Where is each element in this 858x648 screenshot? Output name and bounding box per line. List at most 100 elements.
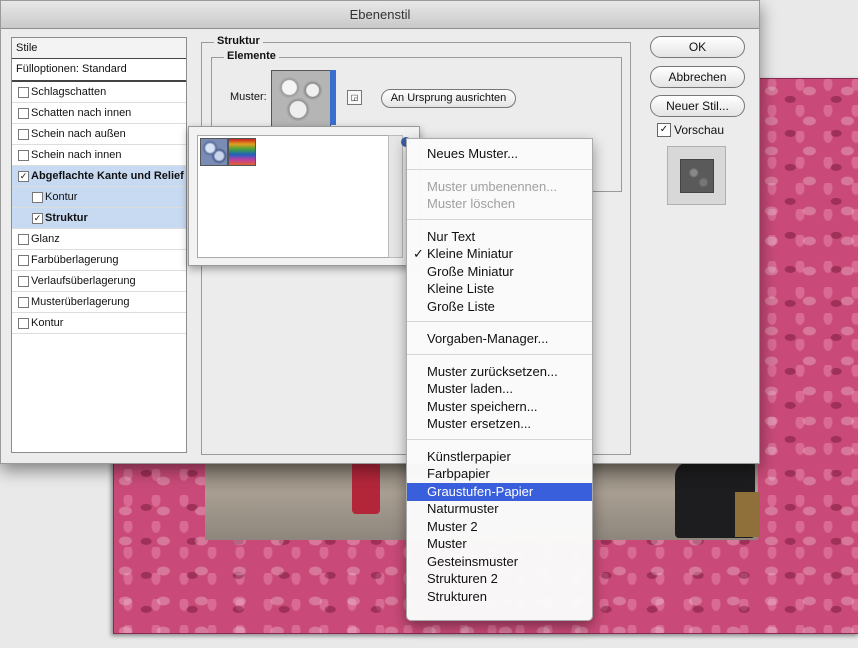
style-checkbox[interactable] — [32, 192, 43, 203]
pattern-picker-scrollbar[interactable] — [388, 135, 403, 258]
menu-item[interactable]: ✓ Kleine Miniatur — [407, 245, 592, 263]
style-item-label: Schlagschatten — [31, 86, 107, 98]
style-preview — [667, 146, 726, 205]
menu-separator — [407, 168, 592, 170]
style-item-10[interactable]: Musterüberlagerung — [12, 292, 186, 313]
menu-item[interactable]: Strukturen — [407, 588, 592, 606]
style-checkbox[interactable] — [18, 87, 29, 98]
menu-item[interactable]: Muster ersetzen... — [407, 415, 592, 433]
styles-list: Stile Fülloptionen: Standard Schlagschat… — [11, 37, 187, 453]
pattern-picker — [188, 126, 420, 266]
styles-header[interactable]: Stile — [12, 38, 186, 59]
style-item-label: Schein nach innen — [31, 149, 122, 161]
new-style-button[interactable]: Neuer Stil... — [650, 95, 745, 117]
style-checkbox[interactable] — [18, 255, 29, 266]
style-checkbox[interactable] — [18, 150, 29, 161]
menu-item-label: Farbpapier — [427, 466, 490, 481]
pattern-swatch[interactable] — [271, 70, 331, 127]
ok-button[interactable]: OK — [650, 36, 745, 58]
style-checkbox[interactable] — [18, 318, 29, 329]
menu-item-label: Muster ersetzen... — [427, 416, 532, 431]
menu-separator — [407, 353, 592, 355]
style-checkbox[interactable]: ✓ — [18, 171, 29, 182]
style-item-1[interactable]: Schatten nach innen — [12, 103, 186, 124]
pattern-thumb-bubbles[interactable] — [200, 138, 228, 166]
menu-item-label: Naturmuster — [427, 501, 499, 516]
menu-item[interactable]: Vorgaben-Manager... — [407, 330, 592, 348]
pattern-flyout-menu: Neues Muster... Muster umbenennen... Muste… — [406, 138, 593, 621]
menu-item[interactable]: Naturmuster — [407, 500, 592, 518]
dialog-title: Ebenenstil — [1, 1, 759, 29]
style-item-label: Musterüberlagerung — [31, 296, 130, 308]
style-item-label: Verlaufsüberlagerung — [31, 275, 136, 287]
style-item-label: Glanz — [31, 233, 60, 245]
menu-item[interactable]: Kleine Liste — [407, 280, 592, 298]
style-item-6[interactable]: ✓ Struktur — [12, 208, 186, 229]
menu-item-label: Neues Muster... — [427, 146, 519, 161]
menu-item[interactable]: Nur Text — [407, 228, 592, 246]
menu-item[interactable]: Farbpapier — [407, 465, 592, 483]
menu-item: Muster umbenennen... — [407, 178, 592, 196]
menu-item[interactable]: Muster 2 — [407, 518, 592, 536]
menu-item-label: Muster umbenennen... — [427, 178, 558, 194]
menu-item-label: Gesteinsmuster — [427, 553, 519, 569]
pattern-thumb-rainbow[interactable] — [228, 138, 256, 166]
photo-figure-red — [352, 462, 380, 514]
new-preset-icon[interactable]: ◲ — [347, 90, 362, 105]
menu-item-label: Muster zurücksetzen... — [427, 363, 558, 379]
menu-item-label: Graustufen-Papier — [427, 483, 534, 499]
style-item-11[interactable]: Kontur — [12, 313, 186, 334]
style-item-5[interactable]: Kontur — [12, 187, 186, 208]
menu-item[interactable]: Neues Muster... — [407, 145, 592, 163]
style-checkbox[interactable] — [18, 108, 29, 119]
style-checkbox[interactable] — [18, 129, 29, 140]
menu-item-label: Große Miniatur — [427, 263, 514, 279]
menu-item[interactable]: Muster — [407, 535, 592, 553]
fill-options-item[interactable]: Fülloptionen: Standard — [12, 59, 186, 82]
menu-item[interactable]: Muster speichern... — [407, 398, 592, 416]
menu-item-label: Muster 2 — [427, 518, 478, 534]
style-item-8[interactable]: Farbüberlagerung — [12, 250, 186, 271]
menu-item-label: Muster speichern... — [427, 398, 538, 414]
style-item-label: Schatten nach innen — [31, 107, 132, 119]
style-item-label: Abgeflachte Kante und Relief — [31, 170, 184, 182]
menu-item[interactable]: Große Miniatur — [407, 263, 592, 281]
snap-to-origin-button[interactable]: An Ursprung ausrichten — [381, 89, 516, 108]
cancel-button[interactable]: Abbrechen — [650, 66, 745, 88]
menu-separator — [407, 438, 592, 440]
menu-item-label: Künstlerpapier — [427, 448, 511, 464]
style-item-3[interactable]: Schein nach innen — [12, 145, 186, 166]
style-item-label: Kontur — [31, 317, 64, 329]
menu-item-label: Muster — [427, 536, 467, 551]
menu-item[interactable]: Gesteinsmuster — [407, 553, 592, 571]
menu-item[interactable]: Muster laden... — [407, 380, 592, 398]
style-item-4[interactable]: ✓ Abgeflachte Kante und Relief — [12, 166, 186, 187]
menu-item[interactable]: Graustufen-Papier — [407, 482, 592, 501]
menu-item[interactable]: Muster zurücksetzen... — [407, 363, 592, 381]
style-item-7[interactable]: Glanz — [12, 229, 186, 250]
menu-item-label: Vorgaben-Manager... — [427, 331, 549, 346]
menu-item-label: Kleine Liste — [427, 281, 495, 296]
menu-item[interactable]: Große Liste — [407, 298, 592, 316]
style-item-label: Farbüberlagerung — [31, 254, 119, 266]
style-item-2[interactable]: Schein nach außen — [12, 124, 186, 145]
pattern-dropdown-arrow[interactable] — [330, 70, 336, 125]
style-checkbox[interactable] — [18, 234, 29, 245]
menu-item-label: Strukturen 2 — [427, 571, 498, 586]
menu-item: Muster löschen — [407, 195, 592, 213]
menu-item-label: Nur Text — [427, 228, 476, 244]
style-item-label: Struktur — [45, 212, 88, 224]
style-checkbox[interactable]: ✓ — [32, 213, 43, 224]
menu-item-label: Muster löschen — [427, 196, 516, 211]
style-checkbox[interactable] — [18, 297, 29, 308]
style-checkbox[interactable] — [18, 276, 29, 287]
style-item-label: Schein nach außen — [31, 128, 126, 140]
menu-item-label: Große Liste — [427, 298, 495, 314]
style-item-0[interactable]: Schlagschatten — [12, 82, 186, 103]
preview-checkbox[interactable]: ✓ — [657, 123, 671, 137]
style-item-label: Kontur — [45, 191, 78, 203]
menu-item[interactable]: Künstlerpapier — [407, 448, 592, 466]
menu-separator — [407, 218, 592, 220]
menu-item[interactable]: Strukturen 2 — [407, 570, 592, 588]
style-item-9[interactable]: Verlaufsüberlagerung — [12, 271, 186, 292]
